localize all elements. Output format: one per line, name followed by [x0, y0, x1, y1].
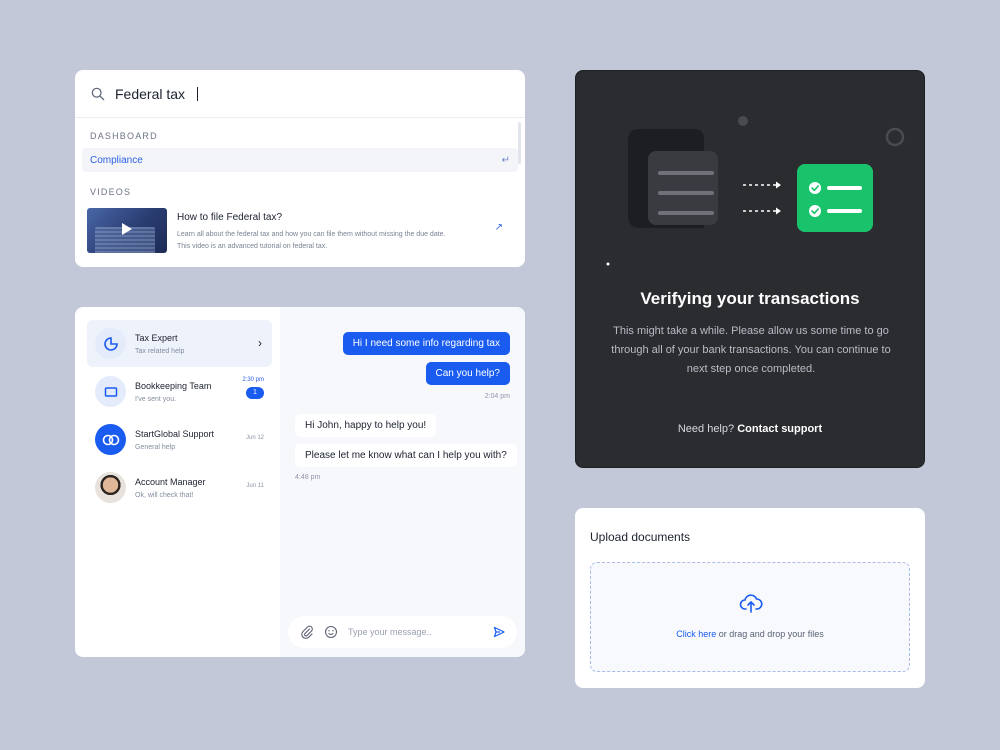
message-input[interactable] — [348, 627, 493, 637]
contact-name: Tax Expert — [135, 332, 178, 343]
cloud-upload-icon — [739, 594, 763, 613]
contact-subtitle: Ok, will check that! — [135, 491, 194, 499]
chat-card: Tax Expert Tax related help › Bookkeepin… — [75, 307, 525, 657]
contact-name: StartGlobal Support — [135, 428, 215, 439]
message-outgoing: Hi I need some info regarding tax — [342, 332, 510, 355]
decor-dot — [738, 116, 748, 126]
contact-time: Jun 11 — [246, 483, 264, 489]
contact-time: Jun 12 — [245, 435, 264, 441]
contact-name: Account Manager — [135, 476, 206, 487]
contact-tax-expert[interactable]: Tax Expert Tax related help › — [87, 320, 272, 367]
enter-icon: ↵ — [501, 154, 510, 166]
document-icon — [628, 129, 718, 228]
contact-account-manager[interactable]: Account Manager Ok, will check that! Jun… — [87, 464, 272, 511]
click-here-link[interactable]: Click here — [676, 629, 716, 639]
external-link-icon[interactable]: ↗ — [495, 222, 503, 233]
chevron-right-icon: › — [258, 336, 262, 350]
contact-support-link[interactable]: Contact support — [737, 423, 822, 435]
message-composer — [288, 616, 517, 648]
decor-spark — [606, 262, 610, 266]
monitor-icon — [104, 386, 117, 397]
avatar-photo — [95, 472, 126, 503]
pie-chart-icon — [103, 336, 118, 351]
emoji-icon[interactable] — [324, 625, 338, 639]
video-title: How to file Federal tax? — [177, 212, 283, 223]
play-icon — [122, 223, 132, 235]
message-incoming: Hi John, happy to help you! — [295, 414, 437, 437]
upload-card: Upload documents Click here or drag and … — [575, 508, 925, 688]
verify-title: Verifying your transactions — [640, 289, 860, 308]
avatar — [95, 328, 126, 359]
dropzone-text: Click here or drag and drop your files — [591, 629, 909, 639]
search-input[interactable] — [115, 85, 315, 102]
search-icon — [91, 87, 105, 100]
contact-subtitle: Tax related help — [135, 347, 185, 355]
result-label: Compliance — [90, 154, 143, 166]
contact-startglobal-support[interactable]: StartGlobal Support General help Jun 12 — [87, 416, 272, 463]
drop-instruction: or drag and drop your files — [718, 629, 824, 639]
contact-time: 2:30 pm 1 — [242, 377, 264, 399]
decor-ring — [885, 127, 905, 147]
send-icon[interactable] — [493, 626, 505, 638]
results-scrollbar[interactable] — [518, 122, 521, 164]
contact-name: Bookkeeping Team — [135, 380, 212, 391]
video-description: Learn all about the federal tax and how … — [177, 229, 477, 253]
video-desc-line-2: This video is an advanced tutorial on fe… — [177, 243, 328, 250]
search-card: DASHBOARD Compliance ↵ VIDEOS How to fil… — [75, 70, 525, 267]
text-caret — [197, 86, 198, 101]
message-incoming: Please let me know what can I help you w… — [295, 444, 517, 467]
contact-subtitle: I've sent you. — [135, 395, 177, 403]
startglobal-logo-icon — [102, 434, 119, 445]
checklist-icon — [797, 164, 873, 232]
file-dropzone[interactable]: Click here or drag and drop your files — [590, 562, 910, 672]
help-line: Need help? Contact support — [576, 423, 924, 435]
unread-badge: 1 — [246, 387, 264, 399]
search-bar[interactable] — [75, 70, 525, 118]
upload-title: Upload documents — [590, 530, 691, 544]
verify-description: This might take a while. Please allow us… — [611, 325, 891, 375]
verification-illustration — [606, 116, 905, 266]
avatar — [95, 376, 126, 407]
video-thumbnail[interactable] — [87, 208, 167, 253]
paperclip-icon[interactable] — [300, 625, 314, 639]
contact-time-text: 2:30 pm — [242, 377, 264, 383]
arrow-icon — [743, 181, 781, 215]
contact-bookkeeping-team[interactable]: Bookkeeping Team I've sent you. 2:30 pm … — [87, 368, 272, 415]
section-label-dashboard: DASHBOARD — [90, 131, 158, 141]
contact-list: Tax Expert Tax related help › Bookkeepin… — [75, 307, 280, 657]
message-pane: Hi I need some info regarding tax Can yo… — [280, 307, 525, 657]
section-label-videos: VIDEOS — [90, 187, 132, 197]
help-prefix: Need help? — [677, 423, 735, 435]
avatar — [95, 424, 126, 455]
message-time: 2:04 pm — [484, 393, 510, 400]
contact-subtitle: General help — [135, 443, 176, 451]
message-outgoing: Can you help? — [425, 362, 510, 385]
verify-card: Verifying your transactions This might t… — [575, 70, 925, 468]
video-desc-line-1: Learn all about the federal tax and how … — [177, 231, 446, 238]
video-result[interactable]: How to file Federal tax? Learn all about… — [75, 204, 525, 257]
message-time: 4:48 pm — [295, 474, 321, 481]
result-compliance[interactable]: Compliance ↵ — [82, 148, 518, 172]
